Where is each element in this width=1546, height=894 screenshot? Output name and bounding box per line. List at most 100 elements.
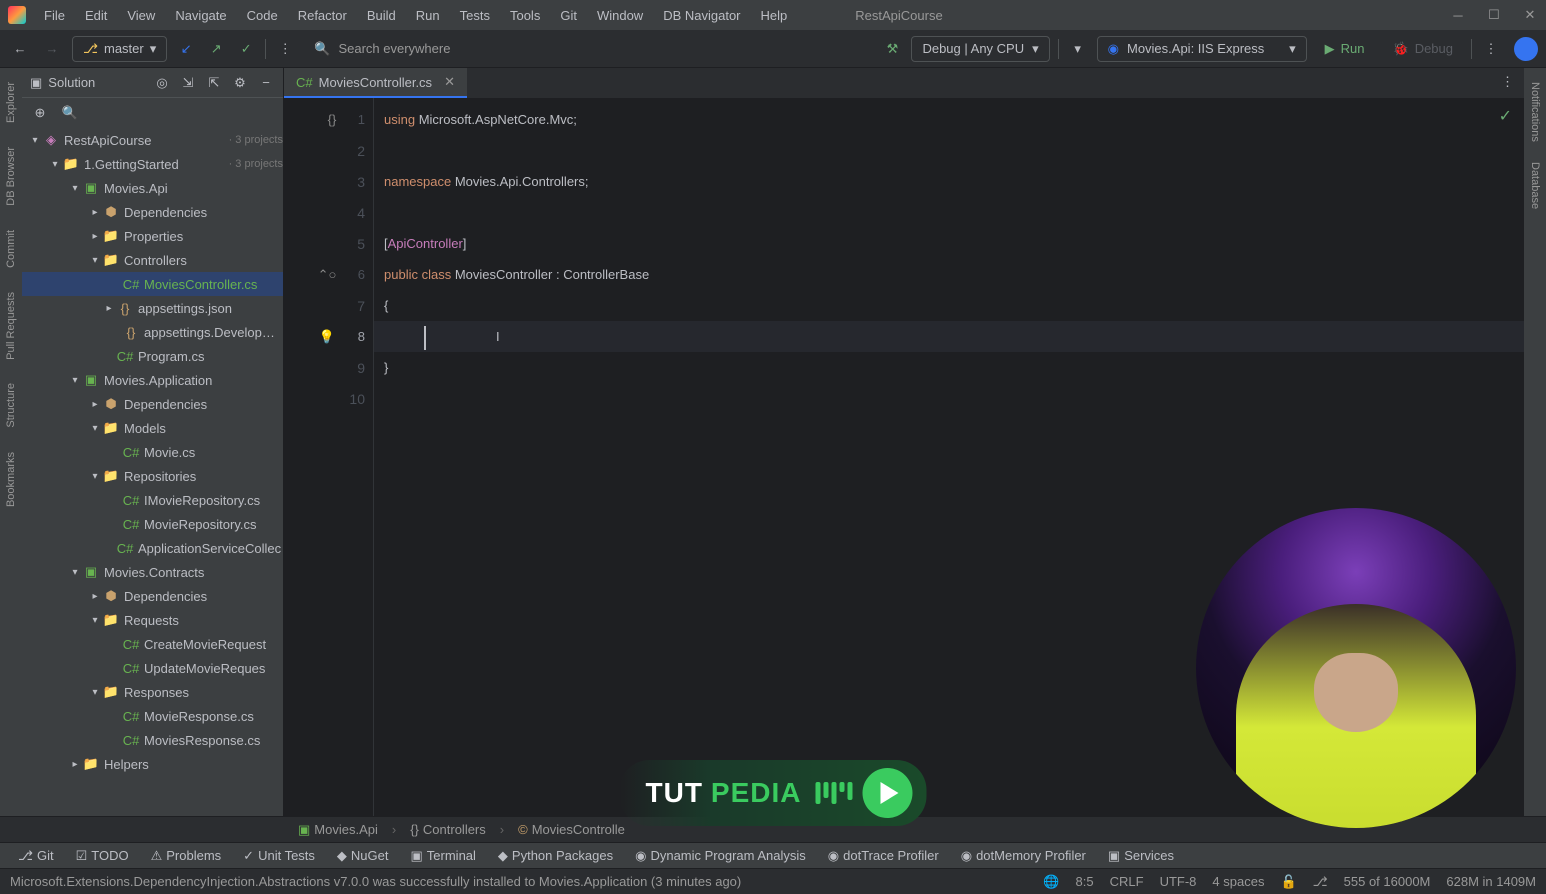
menu-code[interactable]: Code [239,4,286,27]
tool-pull-requests[interactable]: Pull Requests [3,282,19,370]
tool-db-browser[interactable]: DB Browser [3,137,19,216]
menu-navigate[interactable]: Navigate [167,4,234,27]
tool-notifications[interactable]: Notifications [1527,72,1543,152]
tree-file-movierepo[interactable]: C# MovieRepository.cs [22,512,283,536]
tree-file-program[interactable]: C# Program.cs [22,344,283,368]
breadcrumb-folder[interactable]: {} Controllers [402,820,494,839]
menu-git[interactable]: Git [552,4,585,27]
line-number[interactable]: 💡8 [284,321,373,352]
inspection-ok-icon[interactable]: ✓ [1499,106,1512,126]
tree-project-application[interactable]: ▾▣ Movies.Application [22,368,283,392]
tab-terminal[interactable]: ▣Terminal [401,845,486,867]
more-icon[interactable]: ⋮ [274,38,296,60]
menu-run[interactable]: Run [408,4,448,27]
tool-explorer[interactable]: Explorer [3,72,19,133]
tree-helpers[interactable]: ▸📁 Helpers [22,752,283,776]
tree-properties[interactable]: ▸📁 Properties [22,224,283,248]
close-icon[interactable]: ✕ [1522,7,1538,23]
line-number[interactable]: 2 [284,135,373,166]
tree-responses[interactable]: ▾📁 Responses [22,680,283,704]
run-button[interactable]: ▶ Run [1315,37,1375,61]
line-number[interactable]: {}1 [284,104,373,135]
status-globe-icon[interactable]: 🌐 [1043,874,1059,890]
tab-todo[interactable]: ☑TODO [66,845,139,867]
close-tab-icon[interactable]: ✕ [444,74,455,90]
line-number[interactable]: 5 [284,228,373,259]
menu-file[interactable]: File [36,4,73,27]
maximize-icon[interactable]: ☐ [1486,7,1502,23]
account-avatar[interactable] [1514,37,1538,61]
settings-icon[interactable]: ⚙ [231,74,249,92]
menu-tools[interactable]: Tools [502,4,548,27]
expand-all-icon[interactable]: ⇲ [179,74,197,92]
tree-file-appservice[interactable]: C# ApplicationServiceCollec [22,536,283,560]
line-number[interactable]: 10 [284,383,373,414]
build-hammer-icon[interactable]: ⚒ [881,38,903,60]
tree-file-create-movie-req[interactable]: C# CreateMovieRequest [22,632,283,656]
tab-python-packages[interactable]: ◆Python Packages [488,845,623,867]
hide-icon[interactable]: − [257,74,275,92]
menu-refactor[interactable]: Refactor [290,4,355,27]
tab-dottrace[interactable]: ◉dotTrace Profiler [818,845,949,867]
tool-commit[interactable]: Commit [3,220,19,278]
tree-file-appsettings[interactable]: ▸{} appsettings.json [22,296,283,320]
search-everywhere[interactable]: 🔍 Search everywhere [304,37,564,61]
status-memory[interactable]: 555 of 16000M [1344,874,1431,889]
commit-icon[interactable]: ↗ [205,38,227,60]
debug-button[interactable]: 🐞 Debug [1383,37,1464,61]
tree-dependencies[interactable]: ▸⬢ Dependencies [22,392,283,416]
tree-file-appsettings-dev[interactable]: {} appsettings.Development [22,320,283,344]
status-readonly-icon[interactable]: 🔓 [1280,874,1296,890]
tree-models[interactable]: ▾📁 Models [22,416,283,440]
status-eol[interactable]: CRLF [1110,874,1144,889]
tab-dotmemory[interactable]: ◉dotMemory Profiler [951,845,1096,867]
editor-more-icon[interactable]: ⋮ [1491,68,1524,98]
more-run-icon[interactable]: ⋮ [1480,38,1502,60]
status-branch-icon[interactable]: ⎇ [1313,874,1328,890]
chevron-down-icon[interactable]: ▾ [1067,38,1089,60]
tool-database[interactable]: Database [1527,152,1543,219]
collapse-all-icon[interactable]: ⇱ [205,74,223,92]
tree-controllers[interactable]: ▾📁 Controllers [22,248,283,272]
tab-nuget[interactable]: ◆NuGet [327,845,399,867]
tree-requests[interactable]: ▾📁 Requests [22,608,283,632]
status-position[interactable]: 8:5 [1076,874,1094,889]
run-config-selector[interactable]: ◉ Movies.Api: IIS Express ▾ [1097,36,1307,62]
tree-file-movies-response[interactable]: C# MoviesResponse.cs [22,728,283,752]
locate-icon[interactable]: ⊕ [30,103,50,123]
tool-bookmarks[interactable]: Bookmarks [3,442,19,517]
menu-db-navigator[interactable]: DB Navigator [655,4,748,27]
tab-dpa[interactable]: ◉Dynamic Program Analysis [625,845,816,867]
tree-dependencies[interactable]: ▸⬢ Dependencies [22,200,283,224]
menu-window[interactable]: Window [589,4,651,27]
tree-repositories[interactable]: ▾📁 Repositories [22,464,283,488]
breadcrumb-file[interactable]: © MoviesControlle [510,820,633,839]
tab-unit-tests[interactable]: ✓Unit Tests [233,845,325,867]
menu-tests[interactable]: Tests [452,4,498,27]
update-project-icon[interactable]: ↙ [175,38,197,60]
line-number[interactable]: 3 [284,166,373,197]
scroll-from-source-icon[interactable]: ◎ [153,74,171,92]
tree-file-movie[interactable]: C# Movie.cs [22,440,283,464]
push-icon[interactable]: ✓ [235,38,257,60]
breadcrumb-project[interactable]: ▣ Movies.Api [290,820,386,840]
line-number[interactable]: ⌃○6 [284,259,373,290]
tree-project-contracts[interactable]: ▾▣ Movies.Contracts [22,560,283,584]
tab-services[interactable]: ▣Services [1098,845,1184,867]
menu-build[interactable]: Build [359,4,404,27]
status-message[interactable]: Microsoft.Extensions.DependencyInjection… [10,874,741,889]
tab-problems[interactable]: ⚠Problems [141,845,232,867]
tree-root[interactable]: ▾◈ RestApiCourse · 3 projects [22,128,283,152]
tab-git[interactable]: ⎇Git [8,845,64,867]
status-encoding[interactable]: UTF-8 [1160,874,1197,889]
line-number[interactable]: 4 [284,197,373,228]
status-heap[interactable]: 628M in 1409M [1446,874,1536,889]
menu-edit[interactable]: Edit [77,4,115,27]
tree-file-imovierepo[interactable]: C# IMovieRepository.cs [22,488,283,512]
solution-title[interactable]: ▣ Solution [30,75,145,91]
menu-help[interactable]: Help [753,4,796,27]
class-nav-icon[interactable]: ⌃○ [319,267,335,283]
tree-project-api[interactable]: ▾▣ Movies.Api [22,176,283,200]
tree-file-movies-controller[interactable]: C# MoviesController.cs [22,272,283,296]
lightbulb-icon[interactable]: 💡 [319,329,335,345]
